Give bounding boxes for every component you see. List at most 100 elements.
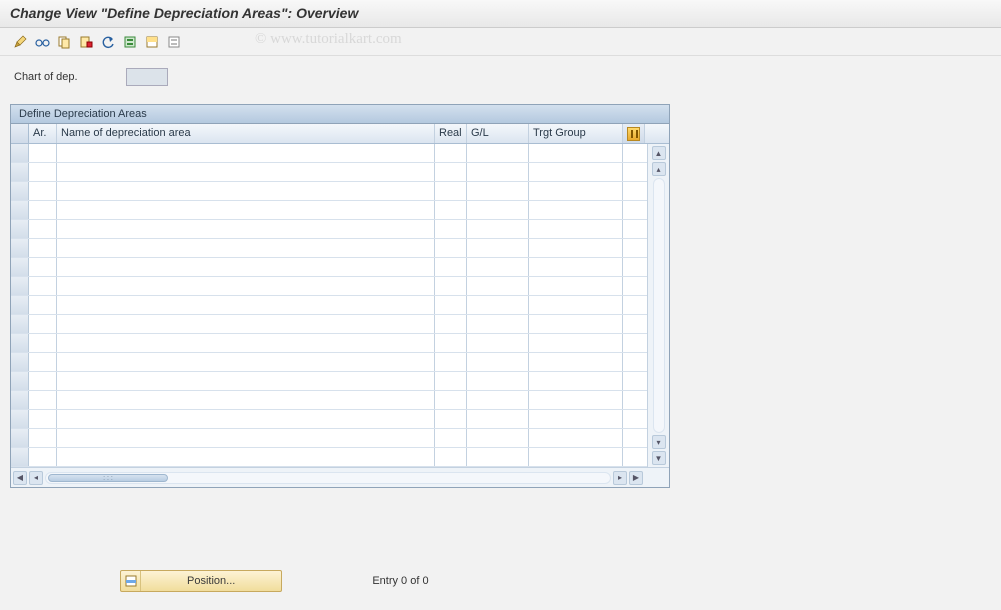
cell-area[interactable] [29,429,57,447]
cell-area[interactable] [29,391,57,409]
cell-area[interactable] [29,334,57,352]
col-header-gl[interactable]: G/L [467,124,529,143]
table-row[interactable] [11,239,647,258]
horizontal-scroll-thumb[interactable]: : : : [48,474,168,482]
delete-icon[interactable] [76,32,96,52]
cell-name[interactable] [57,163,435,181]
cell-trgt-group[interactable] [529,448,623,466]
row-selector[interactable] [11,315,29,333]
row-selector[interactable] [11,258,29,276]
cell-gl[interactable] [467,220,529,238]
cell-gl[interactable] [467,296,529,314]
col-header-name[interactable]: Name of depreciation area [57,124,435,143]
cell-area[interactable] [29,239,57,257]
row-selector[interactable] [11,429,29,447]
cell-area[interactable] [29,182,57,200]
row-selector[interactable] [11,144,29,162]
scroll-down-icon[interactable]: ▼ [652,451,666,465]
table-row[interactable] [11,182,647,201]
cell-gl[interactable] [467,448,529,466]
cell-trgt-group[interactable] [529,429,623,447]
select-all-icon[interactable] [120,32,140,52]
cell-name[interactable] [57,201,435,219]
cell-name[interactable] [57,239,435,257]
cell-area[interactable] [29,201,57,219]
cell-trgt-group[interactable] [529,391,623,409]
cell-name[interactable] [57,277,435,295]
cell-real[interactable] [435,239,467,257]
table-config-button[interactable] [623,124,645,143]
row-selector[interactable] [11,372,29,390]
row-selector[interactable] [11,163,29,181]
table-row[interactable] [11,296,647,315]
row-selector[interactable] [11,239,29,257]
cell-gl[interactable] [467,315,529,333]
chart-of-dep-input[interactable] [126,68,168,86]
cell-area[interactable] [29,296,57,314]
cell-name[interactable] [57,220,435,238]
deselect-all-icon[interactable] [164,32,184,52]
cell-name[interactable] [57,182,435,200]
cell-real[interactable] [435,448,467,466]
cell-gl[interactable] [467,277,529,295]
row-selector[interactable] [11,410,29,428]
cell-real[interactable] [435,391,467,409]
cell-trgt-group[interactable] [529,334,623,352]
cell-trgt-group[interactable] [529,315,623,333]
cell-trgt-group[interactable] [529,353,623,371]
cell-name[interactable] [57,296,435,314]
cell-real[interactable] [435,334,467,352]
cell-trgt-group[interactable] [529,296,623,314]
cell-area[interactable] [29,220,57,238]
scroll-down-step-icon[interactable]: ▾ [652,435,666,449]
vertical-scrollbar[interactable]: ▲ ▴ ▾ ▼ [647,144,669,467]
cell-name[interactable] [57,448,435,466]
cell-name[interactable] [57,391,435,409]
horizontal-scroll-track[interactable]: : : : [45,472,611,484]
row-selector[interactable] [11,220,29,238]
cell-gl[interactable] [467,201,529,219]
cell-real[interactable] [435,429,467,447]
cell-name[interactable] [57,315,435,333]
cell-gl[interactable] [467,429,529,447]
scroll-up-step-icon[interactable]: ▴ [652,162,666,176]
row-selector[interactable] [11,448,29,466]
cell-trgt-group[interactable] [529,277,623,295]
cell-area[interactable] [29,448,57,466]
col-header-trgt-group[interactable]: Trgt Group [529,124,623,143]
position-button[interactable]: Position... [120,570,282,592]
cell-real[interactable] [435,258,467,276]
cell-real[interactable] [435,144,467,162]
cell-gl[interactable] [467,239,529,257]
cell-area[interactable] [29,410,57,428]
scroll-right-end-icon[interactable]: ▶ [629,471,643,485]
cell-gl[interactable] [467,144,529,162]
select-block-icon[interactable] [142,32,162,52]
cell-area[interactable] [29,258,57,276]
row-selector[interactable] [11,296,29,314]
cell-area[interactable] [29,163,57,181]
table-row[interactable] [11,372,647,391]
cell-gl[interactable] [467,391,529,409]
cell-real[interactable] [435,296,467,314]
row-selector[interactable] [11,353,29,371]
table-row[interactable] [11,353,647,372]
table-row[interactable] [11,277,647,296]
col-header-area[interactable]: Ar. [29,124,57,143]
cell-trgt-group[interactable] [529,372,623,390]
cell-real[interactable] [435,410,467,428]
cell-gl[interactable] [467,353,529,371]
copy-icon[interactable] [54,32,74,52]
cell-trgt-group[interactable] [529,239,623,257]
table-row[interactable] [11,163,647,182]
cell-trgt-group[interactable] [529,258,623,276]
cell-trgt-group[interactable] [529,144,623,162]
cell-gl[interactable] [467,334,529,352]
cell-name[interactable] [57,429,435,447]
table-row[interactable] [11,448,647,467]
table-row[interactable] [11,201,647,220]
cell-name[interactable] [57,410,435,428]
table-row[interactable] [11,410,647,429]
row-selector[interactable] [11,277,29,295]
cell-real[interactable] [435,220,467,238]
